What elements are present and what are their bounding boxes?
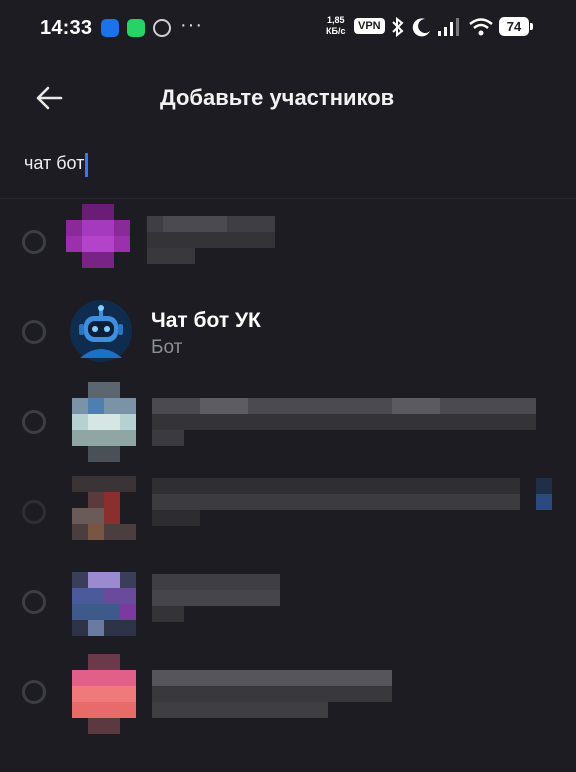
wifi-icon (469, 18, 493, 36)
status-bar: 14:33 ··· 1,85 КБ/с VPN 74 (0, 0, 576, 58)
moon-icon (412, 18, 430, 37)
vpn-badge: VPN (354, 18, 385, 34)
contact-name: Чат бот УК (151, 309, 261, 332)
list-item[interactable] (0, 558, 576, 648)
status-time: 14:33 (40, 17, 93, 39)
search-input[interactable]: чат бот (24, 148, 544, 178)
messages-icon (101, 19, 119, 37)
text-caret (85, 152, 89, 177)
select-radio[interactable] (22, 680, 46, 704)
select-radio[interactable] (22, 590, 46, 614)
select-radio[interactable] (22, 500, 46, 524)
arrow-left-icon[interactable] (34, 84, 64, 112)
avatar (72, 476, 136, 546)
robot-avatar (70, 300, 132, 362)
page-title: Добавьте участников (160, 85, 395, 110)
select-radio[interactable] (22, 230, 46, 254)
avatar (72, 382, 136, 464)
avatar (72, 572, 136, 638)
app-icon (153, 19, 171, 37)
network-speed: 1,85 КБ/с (326, 15, 346, 36)
select-radio[interactable] (22, 320, 46, 344)
contact-subtitle: Бот (151, 337, 183, 358)
bluetooth-icon (392, 16, 404, 38)
list-item[interactable] (0, 378, 576, 468)
signal-icon (438, 18, 459, 36)
list-item[interactable]: Чат бот УК Бот (0, 288, 576, 378)
battery-icon: 74 (499, 17, 533, 36)
list-item[interactable] (0, 198, 576, 288)
list-item[interactable] (0, 468, 576, 558)
select-radio[interactable] (22, 410, 46, 434)
more-icon: ··· (180, 14, 203, 36)
list-item[interactable] (0, 648, 576, 738)
search-value: чат бот (24, 153, 85, 173)
avatar (66, 204, 136, 274)
avatar (72, 654, 136, 734)
whatsapp-icon (127, 19, 145, 37)
